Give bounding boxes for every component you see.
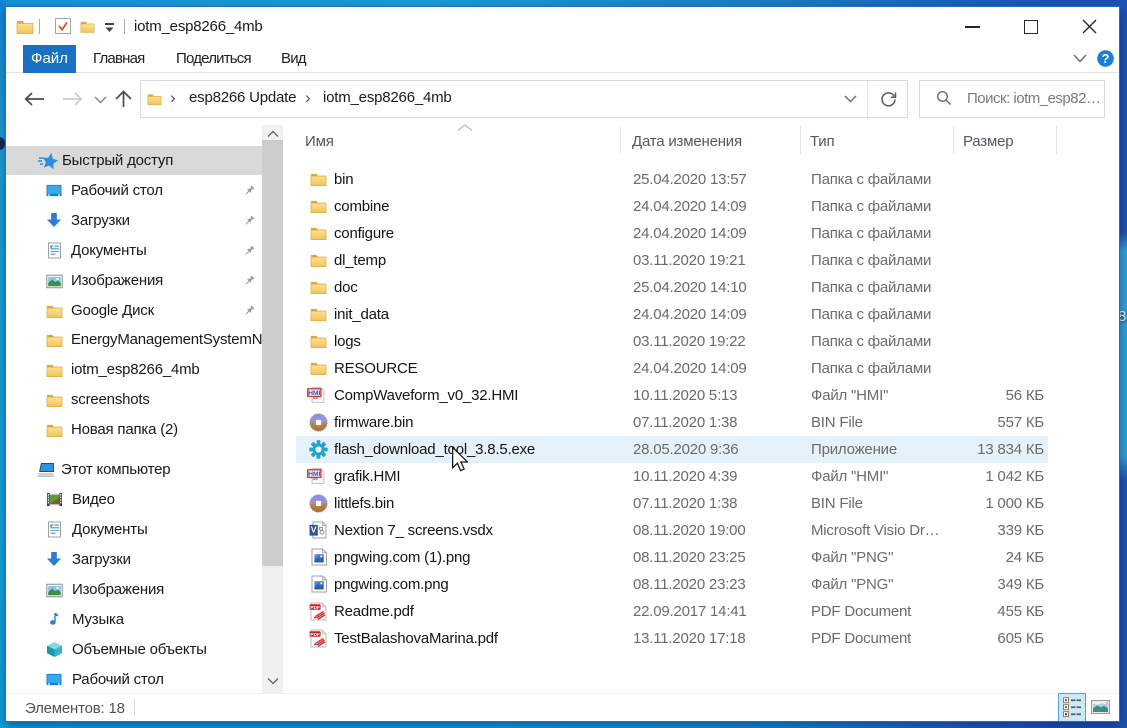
svg-text:?: ? [1102,51,1110,66]
